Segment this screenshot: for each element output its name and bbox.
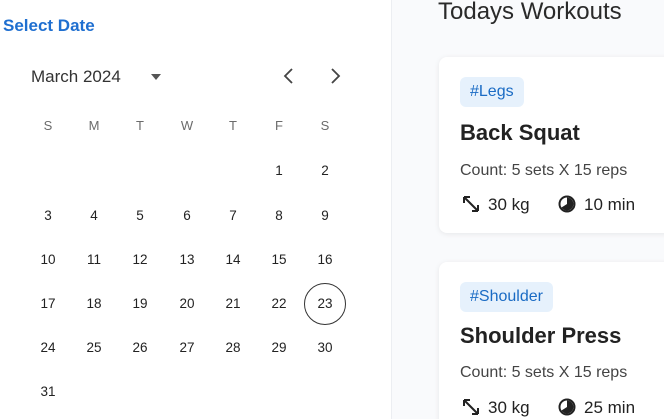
weekday-label: M xyxy=(88,118,100,133)
workout-weight: 30 kg xyxy=(461,397,530,418)
workout-name: Back Squat xyxy=(460,120,580,145)
calendar-day[interactable]: 29 xyxy=(258,327,300,369)
calendar-day[interactable]: 13 xyxy=(166,239,208,281)
calendar-day[interactable]: 10 xyxy=(27,239,69,281)
weekday-label: T xyxy=(136,118,144,133)
calendar-day[interactable]: 30 xyxy=(304,327,346,369)
calendar-day[interactable]: 11 xyxy=(73,239,115,281)
chevron-right-icon[interactable] xyxy=(325,66,345,86)
calendar-day[interactable]: 18 xyxy=(73,283,115,325)
workout-count: Count: 5 sets X 15 reps xyxy=(460,364,628,381)
calendar-day[interactable]: 3 xyxy=(27,195,69,237)
calendar-day[interactable]: 4 xyxy=(73,195,115,237)
calendar-day[interactable]: 7 xyxy=(212,195,254,237)
weekday-label: S xyxy=(320,118,330,133)
calendar-day[interactable]: 16 xyxy=(304,239,346,281)
workout-card[interactable]: #Shoulder Shoulder Press Count: 5 sets X… xyxy=(439,262,664,419)
workout-name: Shoulder Press xyxy=(460,323,622,348)
calendar-day[interactable]: 25 xyxy=(73,327,115,369)
weekday-label: W xyxy=(180,118,194,133)
caret-down-icon[interactable] xyxy=(150,72,162,82)
calendar-day[interactable]: 24 xyxy=(27,327,69,369)
weekday-label: F xyxy=(275,118,283,133)
calendar-day[interactable]: 9 xyxy=(304,195,346,237)
month-year-label[interactable]: March 2024 xyxy=(31,67,121,87)
calendar-day[interactable]: 14 xyxy=(212,239,254,281)
calendar-day-selected[interactable]: 23 xyxy=(304,283,346,325)
workout-count: Count: 5 sets X 15 reps xyxy=(460,162,628,179)
calendar-day[interactable]: 19 xyxy=(119,283,161,325)
calendar-day[interactable]: 28 xyxy=(212,327,254,369)
workout-tag[interactable]: #Shoulder xyxy=(460,282,553,312)
workout-duration: 25 min xyxy=(557,397,635,418)
calendar-day[interactable]: 12 xyxy=(119,239,161,281)
calendar-day[interactable]: 26 xyxy=(119,327,161,369)
calendar-day[interactable]: 17 xyxy=(27,283,69,325)
date-picker-panel: Select Date March 2024 SMTWTFS 123456789… xyxy=(0,0,392,419)
calendar-day[interactable]: 27 xyxy=(166,327,208,369)
resize-arrow-icon xyxy=(463,399,479,415)
workout-weight: 30 kg xyxy=(461,194,530,215)
calendar-day[interactable]: 31 xyxy=(27,371,69,413)
workout-card[interactable]: #Legs Back Squat Count: 5 sets X 15 reps… xyxy=(439,57,664,233)
workout-duration-value: 10 min xyxy=(584,195,636,214)
calendar-day[interactable]: 6 xyxy=(166,195,208,237)
calendar-day[interactable]: 1 xyxy=(258,150,300,192)
weekday-label: S xyxy=(43,118,53,133)
timer-icon xyxy=(558,195,576,213)
page-title: Todays Workouts xyxy=(438,0,622,25)
select-date-heading: Select Date xyxy=(3,16,95,35)
weekday-label: T xyxy=(229,118,237,133)
workout-tag[interactable]: #Legs xyxy=(460,77,524,107)
calendar-day[interactable]: 5 xyxy=(119,195,161,237)
chevron-left-icon[interactable] xyxy=(279,66,299,86)
calendar-day[interactable]: 20 xyxy=(166,283,208,325)
workout-weight-value: 30 kg xyxy=(488,398,530,417)
workout-duration-value: 25 min xyxy=(584,398,636,417)
calendar-day[interactable]: 8 xyxy=(258,195,300,237)
calendar-day[interactable]: 21 xyxy=(212,283,254,325)
workout-weight-value: 30 kg xyxy=(488,195,530,214)
workout-duration: 10 min xyxy=(557,194,635,215)
calendar-day[interactable]: 15 xyxy=(258,239,300,281)
calendar-day[interactable]: 22 xyxy=(258,283,300,325)
resize-arrow-icon xyxy=(463,196,479,212)
timer-icon xyxy=(558,398,576,416)
calendar-day[interactable]: 2 xyxy=(304,150,346,192)
